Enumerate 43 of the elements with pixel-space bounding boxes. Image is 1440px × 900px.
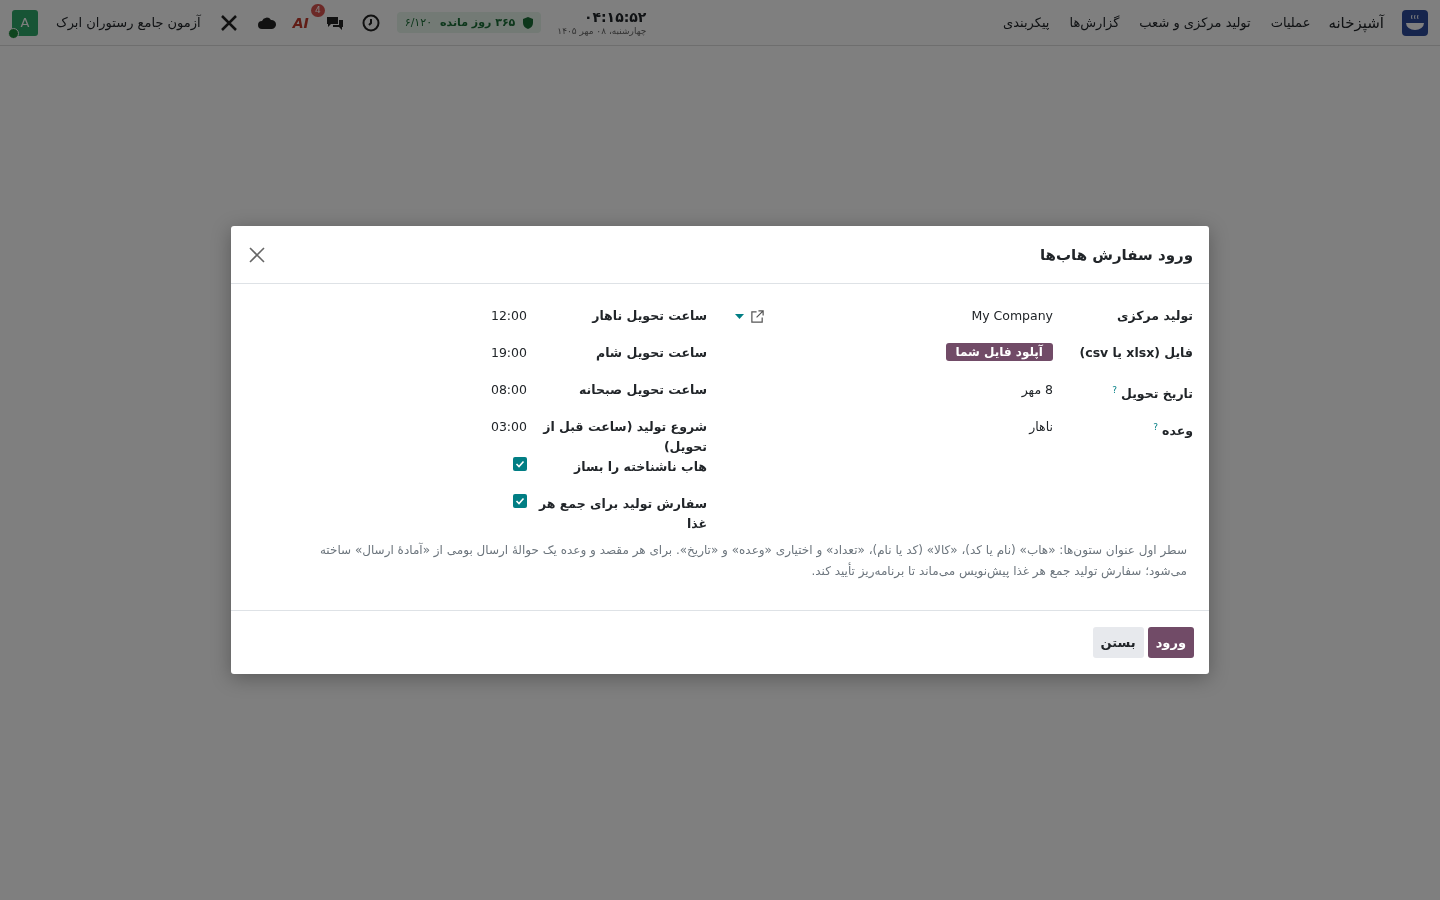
field-label: تاریخ تحویل $^{?}$ <box>1111 384 1193 404</box>
field-label: تولید مرکزی <box>1116 307 1193 325</box>
field-label: ساعت تحویل صبحانه <box>578 381 707 399</box>
field-value: 03:00 <box>490 418 527 436</box>
clock-icon[interactable] <box>360 12 381 33</box>
menu-item[interactable]: پیکربندی <box>1003 15 1050 30</box>
tools-icon[interactable] <box>218 12 239 33</box>
field-label: شروع تولید (ساعت قبل از تحویل) <box>541 418 707 456</box>
upload-file-button[interactable]: آپلود فایل شما <box>945 343 1053 361</box>
field-label: فایل (xlsx یا csv) <box>1078 344 1193 362</box>
menu-item[interactable]: تولید مرکزی و شعب <box>1139 15 1251 30</box>
field-value: ناهار <box>1029 418 1053 436</box>
external-link-icon[interactable] <box>750 308 765 324</box>
close-icon[interactable] <box>247 244 267 265</box>
field-label: ساعت تحویل ناهار <box>590 307 707 325</box>
checkbox[interactable] <box>513 457 527 471</box>
import-button[interactable]: ورود <box>1147 627 1194 658</box>
subscription-badge[interactable]: ۳۶۵ روز مانده ۶/۱۲۰ <box>396 12 542 33</box>
menu-item[interactable]: گزارش‌ها <box>1069 15 1120 30</box>
field-value: 12:00 <box>490 307 527 325</box>
clock-time: ۰۴:۱۵:۵۲ <box>583 8 647 26</box>
bowl-logo-icon[interactable] <box>1402 9 1428 36</box>
field-value: 8 مهر <box>1021 381 1053 400</box>
dialog-title: ورود سفارش هاب‌ها <box>1039 245 1193 264</box>
clock-date: چهارشنبه، ۰۸ مهر ۱۴۰۵ <box>557 25 647 37</box>
checkbox[interactable] <box>513 494 527 508</box>
company-value[interactable]: My Company <box>971 306 1053 326</box>
close-button[interactable]: بستن <box>1092 627 1144 658</box>
company-name[interactable]: آزمون جامع رستوران ابرک <box>56 15 201 30</box>
checkmark-icon <box>515 496 525 506</box>
menu-item[interactable]: عملیات <box>1270 15 1311 30</box>
notification-badge: 4 <box>311 3 325 17</box>
checkmark-icon <box>515 459 525 469</box>
field-value: 19:00 <box>490 344 527 362</box>
caret-icon[interactable] <box>735 313 744 319</box>
ai-logo[interactable]: AI <box>292 14 309 31</box>
field-value: 08:00 <box>490 381 527 399</box>
field-label: هاب ناشناخته را بساز <box>572 458 707 476</box>
field-label: ساعت تحویل شام <box>595 344 707 363</box>
field-label: وعده $^{?}$ <box>1152 421 1193 441</box>
field-label: سفارش تولید برای جمع هر غذا <box>537 495 707 533</box>
help-text: سطر اول عنوان ستون‌ها: «هاب» (نام یا کد)، «کالا» (کد یا نام)، «تعداد» و اختیاری «وعده» و «تاریخ». برای هر مقصد و وعده یک حوالهٔ ارسال بومی از «آمادهٔ ارسال» ساخته می‌شود؛ سفارش تولید جمع هر غذا پیش‌نویس می‌ماند تا برنامه‌ریز تأیید کند. <box>318 541 1188 581</box>
app-name[interactable]: آشپزخانه <box>1328 13 1384 32</box>
